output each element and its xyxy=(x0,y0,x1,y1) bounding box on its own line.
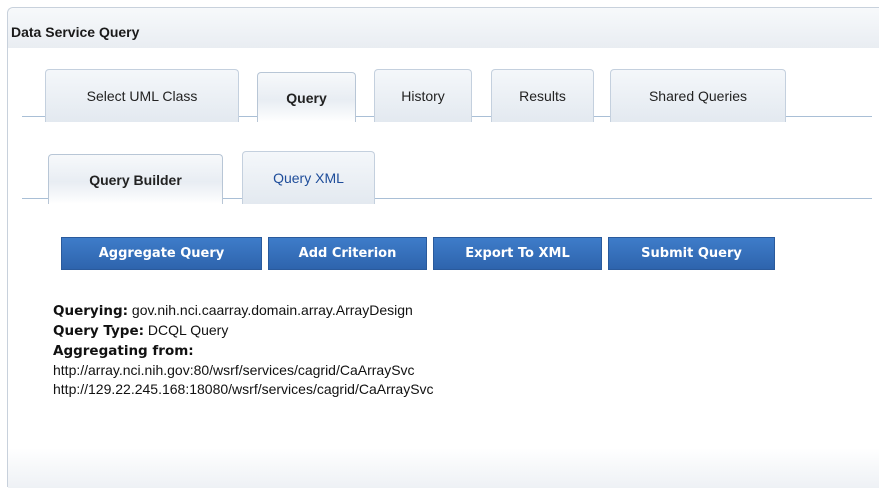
querying-label: Querying: xyxy=(53,303,129,319)
query-type-row: Query Type: DCQL Query xyxy=(53,321,434,341)
tab-query[interactable]: Query xyxy=(257,72,356,122)
tab-query-xml[interactable]: Query XML xyxy=(242,151,375,204)
panel-footer xyxy=(8,448,879,488)
query-type-value: DCQL Query xyxy=(147,322,229,338)
query-info: Querying: gov.nih.nci.caarray.domain.arr… xyxy=(53,301,434,399)
tab-shared-queries[interactable]: Shared Queries xyxy=(610,69,786,122)
querying-row: Querying: gov.nih.nci.caarray.domain.arr… xyxy=(53,301,434,321)
tab-history[interactable]: History xyxy=(374,69,472,122)
tab-select-uml-class[interactable]: Select UML Class xyxy=(45,69,239,122)
aggregating-label: Aggregating from: xyxy=(53,343,194,359)
submit-query-button[interactable]: Submit Query xyxy=(608,237,775,270)
querying-value: gov.nih.nci.caarray.domain.array.ArrayDe… xyxy=(131,302,413,318)
source-url: http://array.nci.nih.gov:80/wsrf/service… xyxy=(53,362,415,378)
aggregate-query-button[interactable]: Aggregate Query xyxy=(61,237,262,270)
tab-results[interactable]: Results xyxy=(491,69,594,122)
aggregating-row: Aggregating from: xyxy=(53,341,434,361)
export-to-xml-button[interactable]: Export To XML xyxy=(433,237,602,270)
panel-title: Data Service Query xyxy=(11,24,140,40)
add-criterion-button[interactable]: Add Criterion xyxy=(268,237,427,270)
source-url: http://129.22.245.168:18080/wsrf/service… xyxy=(53,381,434,397)
query-type-label: Query Type: xyxy=(53,323,145,339)
tab-query-builder[interactable]: Query Builder xyxy=(48,154,223,204)
panel-header: Data Service Query xyxy=(8,8,879,48)
